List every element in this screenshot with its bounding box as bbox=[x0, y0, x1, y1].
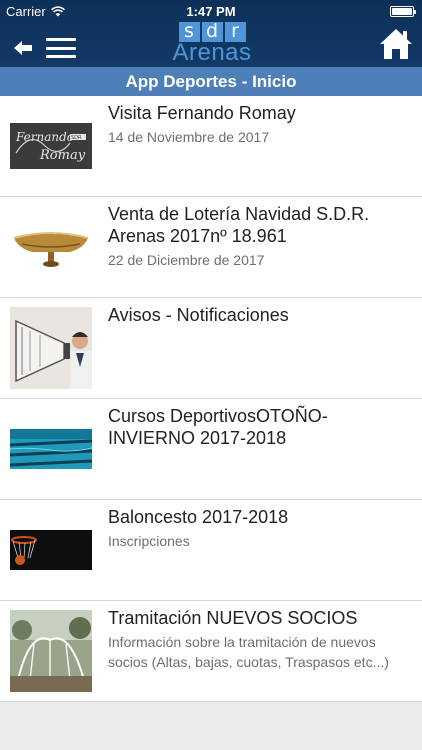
lottery-drum-image bbox=[10, 224, 92, 270]
thumbnail bbox=[10, 399, 92, 499]
item-subtitle: 14 de Noviembre de 2017 bbox=[108, 129, 270, 145]
thumbnail: Fernando Romay SDR bbox=[10, 96, 92, 196]
news-list: Fernando Romay SDR Visita Fernando Romay… bbox=[0, 96, 422, 702]
list-item[interactable]: Tramitación NUEVOS SOCIOS Información so… bbox=[0, 601, 422, 702]
list-item[interactable]: Venta de Lotería Navidad S.D.R. Arenas 2… bbox=[0, 197, 422, 298]
home-button[interactable] bbox=[378, 26, 414, 62]
list-item[interactable]: Cursos DeportivosOTOÑO-INVIERNO 2017-201… bbox=[0, 399, 422, 500]
item-title: Avisos - Notificaciones bbox=[108, 305, 289, 325]
section-title: App Deportes - Inicio bbox=[0, 67, 422, 96]
menu-line bbox=[46, 55, 76, 58]
list-item[interactable]: Fernando Romay SDR Visita Fernando Romay… bbox=[0, 96, 422, 197]
item-title: Visita Fernando Romay bbox=[108, 103, 296, 123]
item-subtitle: Información sobre la tramitación de nuev… bbox=[108, 634, 389, 670]
battery-icon bbox=[390, 6, 416, 17]
logo-text: Arenas bbox=[172, 39, 252, 66]
item-subtitle: 22 de Diciembre de 2017 bbox=[108, 252, 265, 268]
item-title: Tramitación NUEVOS SOCIOS bbox=[108, 608, 358, 628]
item-title: Baloncesto 2017-2018 bbox=[108, 507, 289, 527]
thumbnail bbox=[10, 298, 92, 398]
fernando-romay-image: Fernando Romay SDR bbox=[10, 123, 92, 169]
swimming-pool-image bbox=[10, 429, 92, 469]
list-item[interactable]: Baloncesto 2017-2018 Inscripciones bbox=[0, 500, 422, 601]
basketball-hoop-image bbox=[10, 530, 92, 570]
back-button[interactable] bbox=[10, 34, 38, 62]
item-title: Cursos DeportivosOTOÑO-INVIERNO 2017-201… bbox=[108, 406, 328, 448]
sdr-arenas-logo: s d r Arenas bbox=[170, 22, 254, 66]
menu-line bbox=[46, 38, 76, 41]
menu-line bbox=[46, 46, 76, 50]
megaphone-image bbox=[10, 307, 92, 389]
home-icon bbox=[380, 29, 412, 59]
top-bar: Carrier 1:47 PM s d r Arenas bbox=[0, 0, 422, 67]
thumbnail bbox=[10, 197, 92, 297]
arrow-left-icon bbox=[14, 41, 32, 55]
list-item[interactable]: Avisos - Notificaciones bbox=[0, 298, 422, 399]
status-time: 1:47 PM bbox=[186, 4, 236, 19]
menu-button[interactable] bbox=[46, 36, 76, 60]
thumbnail bbox=[10, 500, 92, 600]
club-garden-image bbox=[10, 610, 92, 692]
svg-text:SDR: SDR bbox=[71, 135, 82, 141]
status-bar: Carrier 1:47 PM bbox=[0, 0, 422, 22]
thumbnail bbox=[10, 601, 92, 701]
svg-text:Romay: Romay bbox=[39, 148, 86, 163]
item-subtitle: Inscripciones bbox=[108, 533, 190, 549]
svg-text:Fernando: Fernando bbox=[15, 130, 74, 144]
item-title: Venta de Lotería Navidad S.D.R. Arenas 2… bbox=[108, 204, 370, 246]
